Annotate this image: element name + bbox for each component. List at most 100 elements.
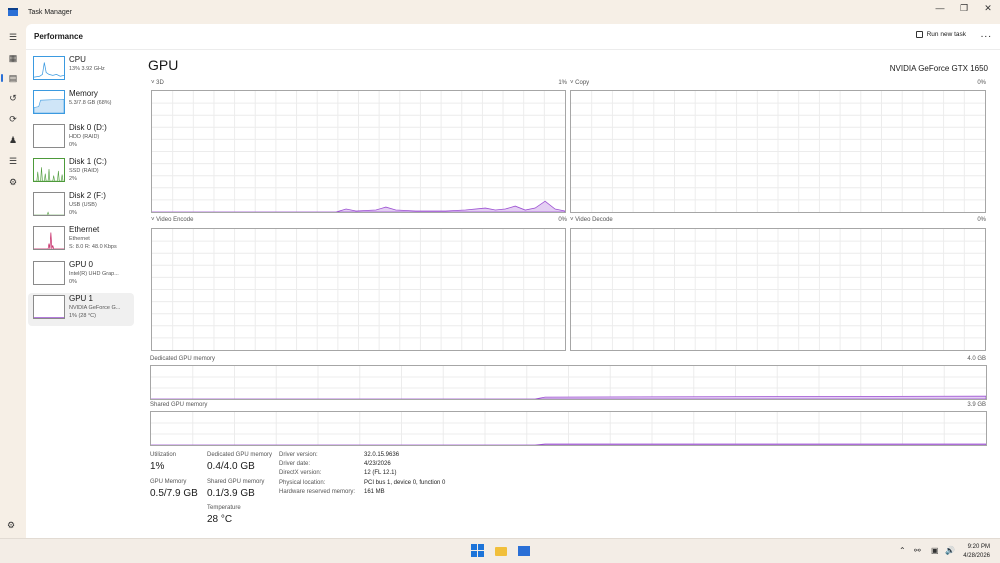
device-name: CPU bbox=[69, 55, 86, 64]
engine-decode-value: 0% bbox=[977, 217, 986, 223]
task-manager-taskbar-icon[interactable] bbox=[517, 544, 531, 558]
app-history-icon[interactable]: ↺ bbox=[6, 91, 20, 105]
engine-copy-value: 0% bbox=[977, 80, 986, 86]
disk-1-thumbnail bbox=[33, 158, 65, 182]
clock-time: 9:20 PM bbox=[967, 544, 990, 550]
device-name: Disk 1 (C:) bbox=[69, 157, 107, 166]
memory-thumbnail bbox=[33, 90, 65, 114]
volume-icon[interactable]: 🔊 bbox=[945, 546, 955, 555]
run-new-task-button[interactable]: Run new task bbox=[915, 31, 966, 38]
close-button[interactable]: ✕ bbox=[976, 0, 1000, 16]
dedicated-stat-label: Dedicated GPU memory bbox=[207, 452, 273, 458]
directx-version-value: 12 (FL 12.1) bbox=[364, 470, 397, 476]
engine-3d-value: 1% bbox=[558, 80, 567, 86]
device-sub-2: 0% bbox=[69, 210, 77, 216]
minimize-button[interactable]: — bbox=[928, 0, 952, 16]
dedicated-memory-label: Dedicated GPU memory bbox=[150, 356, 216, 362]
engine-encode-label: Video Encode bbox=[156, 217, 194, 223]
driver-date-value: 4/23/2026 bbox=[364, 461, 391, 467]
engine-copy-label: Copy bbox=[575, 80, 590, 86]
device-sub: USB (USB) bbox=[69, 202, 97, 208]
engine-encode-selector[interactable]: ˅ Video Encode bbox=[151, 217, 193, 223]
device-sub: 5.3/7.8 GB (68%) bbox=[69, 100, 112, 106]
file-explorer-icon[interactable] bbox=[494, 544, 508, 558]
graph-copy bbox=[570, 90, 986, 213]
start-button[interactable] bbox=[471, 544, 485, 558]
device-sub-2: 0% bbox=[69, 142, 77, 148]
device-name: GPU 1 bbox=[69, 294, 94, 303]
shared-memory-max: 3.9 GB bbox=[967, 402, 986, 408]
page-heading: Performance bbox=[34, 32, 83, 41]
ethernet-thumbnail bbox=[33, 226, 65, 250]
directx-version-label: DirectX version: bbox=[279, 470, 322, 476]
device-disk-2[interactable]: Disk 2 (F:) USB (USB) 0% bbox=[28, 190, 134, 223]
hamburger-menu-icon[interactable]: ☰ bbox=[6, 30, 20, 44]
physical-location-value: PCI bus 1, device 0, function 0 bbox=[364, 480, 446, 486]
engine-encode-value: 0% bbox=[558, 217, 567, 223]
shared-memory-label: Shared GPU memory bbox=[150, 402, 208, 408]
device-gpu-0[interactable]: GPU 0 Intel(R) UHD Grap... 0% bbox=[28, 259, 134, 292]
processes-icon[interactable]: ▦ bbox=[6, 51, 20, 65]
device-name: Disk 0 (D:) bbox=[69, 123, 107, 132]
services-icon[interactable]: ⚙ bbox=[6, 175, 20, 189]
clock-date: 4/28/2026 bbox=[963, 553, 990, 559]
run-new-task-label: Run new task bbox=[926, 31, 966, 38]
header-row: Performance Run new task ... bbox=[26, 24, 1000, 50]
gpu-0-thumbnail bbox=[33, 261, 65, 285]
device-disk-1[interactable]: Disk 1 (C:) SSD (RAID) 2% bbox=[28, 156, 134, 189]
settings-gear-icon[interactable]: ⚙ bbox=[7, 520, 15, 531]
device-name: Disk 2 (F:) bbox=[69, 191, 106, 200]
graph-video-encode bbox=[151, 228, 566, 351]
utilization-value: 1% bbox=[150, 461, 165, 472]
shared-stat-value: 0.1/3.9 GB bbox=[207, 488, 255, 499]
graph-3d bbox=[151, 90, 566, 213]
device-name: Ethernet bbox=[69, 225, 100, 234]
device-cpu[interactable]: CPU 13% 3.92 GHz bbox=[28, 54, 134, 87]
driver-version-label: Driver version: bbox=[279, 452, 318, 458]
graph-video-decode bbox=[570, 228, 986, 351]
display-icon[interactable]: ▣ bbox=[931, 546, 939, 555]
users-icon[interactable]: ♟ bbox=[6, 133, 20, 147]
chevron-up-icon[interactable]: ⌃ bbox=[899, 546, 906, 555]
window-title: Task Manager bbox=[28, 8, 72, 16]
temperature-label: Temperature bbox=[207, 505, 241, 511]
temperature-value: 28 °C bbox=[207, 514, 233, 525]
window-controls: — ❐ ✕ bbox=[928, 0, 1000, 16]
device-sub: HDD (RAID) bbox=[69, 134, 100, 140]
gpu-model-name: NVIDIA GeForce GTX 1650 bbox=[889, 64, 988, 73]
device-sub-2: 0% bbox=[69, 279, 77, 285]
reserved-memory-label: Hardware reserved memory: bbox=[279, 489, 356, 495]
run-task-icon bbox=[915, 31, 923, 38]
reserved-memory-value: 161 MB bbox=[364, 489, 385, 495]
device-memory[interactable]: Memory 5.3/7.8 GB (68%) bbox=[28, 88, 134, 121]
content-panel: Performance Run new task ... CPU 13% 3.9… bbox=[26, 24, 1000, 538]
physical-location-label: Physical location: bbox=[279, 480, 326, 486]
details-icon[interactable]: ☰ bbox=[6, 154, 20, 168]
title-bar: Task Manager — ❐ ✕ bbox=[0, 0, 1000, 24]
disk-0-thumbnail bbox=[33, 124, 65, 148]
restore-button[interactable]: ❐ bbox=[952, 0, 976, 16]
engine-copy-selector[interactable]: ˅ Copy bbox=[570, 80, 589, 86]
device-ethernet[interactable]: Ethernet Ethernet S: 8.0 R: 48.0 Kbps bbox=[28, 224, 134, 257]
network-icon[interactable]: ⚯ bbox=[914, 546, 921, 555]
graph-shared-memory bbox=[150, 411, 987, 446]
engine-3d-label: 3D bbox=[156, 80, 164, 86]
engine-3d-selector[interactable]: ˅ 3D bbox=[151, 80, 164, 86]
cpu-thumbnail bbox=[33, 56, 65, 80]
gpu-memory-value: 0.5/7.9 GB bbox=[150, 488, 198, 499]
device-gpu-1[interactable]: GPU 1 NVIDIA GeForce G... 1% (28 °C) bbox=[28, 293, 134, 326]
performance-icon[interactable]: ▤ bbox=[1, 71, 20, 85]
engine-decode-selector[interactable]: ˅ Video Decode bbox=[570, 217, 613, 223]
device-sub-2: S: 8.0 R: 48.0 Kbps bbox=[69, 244, 117, 250]
device-disk-0[interactable]: Disk 0 (D:) HDD (RAID) 0% bbox=[28, 122, 134, 155]
gpu-memory-label: GPU Memory bbox=[150, 479, 187, 485]
gpu-title: GPU bbox=[148, 57, 179, 73]
device-sub: Intel(R) UHD Grap... bbox=[69, 271, 119, 277]
shared-stat-label: Shared GPU memory bbox=[207, 479, 265, 485]
startup-apps-icon[interactable]: ⟳ bbox=[6, 112, 20, 126]
driver-date-label: Driver date: bbox=[279, 461, 311, 467]
utilization-label: Utilization bbox=[150, 452, 177, 458]
more-options-button[interactable]: ... bbox=[981, 29, 992, 40]
device-sub: SSD (RAID) bbox=[69, 168, 99, 174]
system-clock[interactable]: 9:20 PM 4/28/2026 bbox=[963, 543, 990, 561]
